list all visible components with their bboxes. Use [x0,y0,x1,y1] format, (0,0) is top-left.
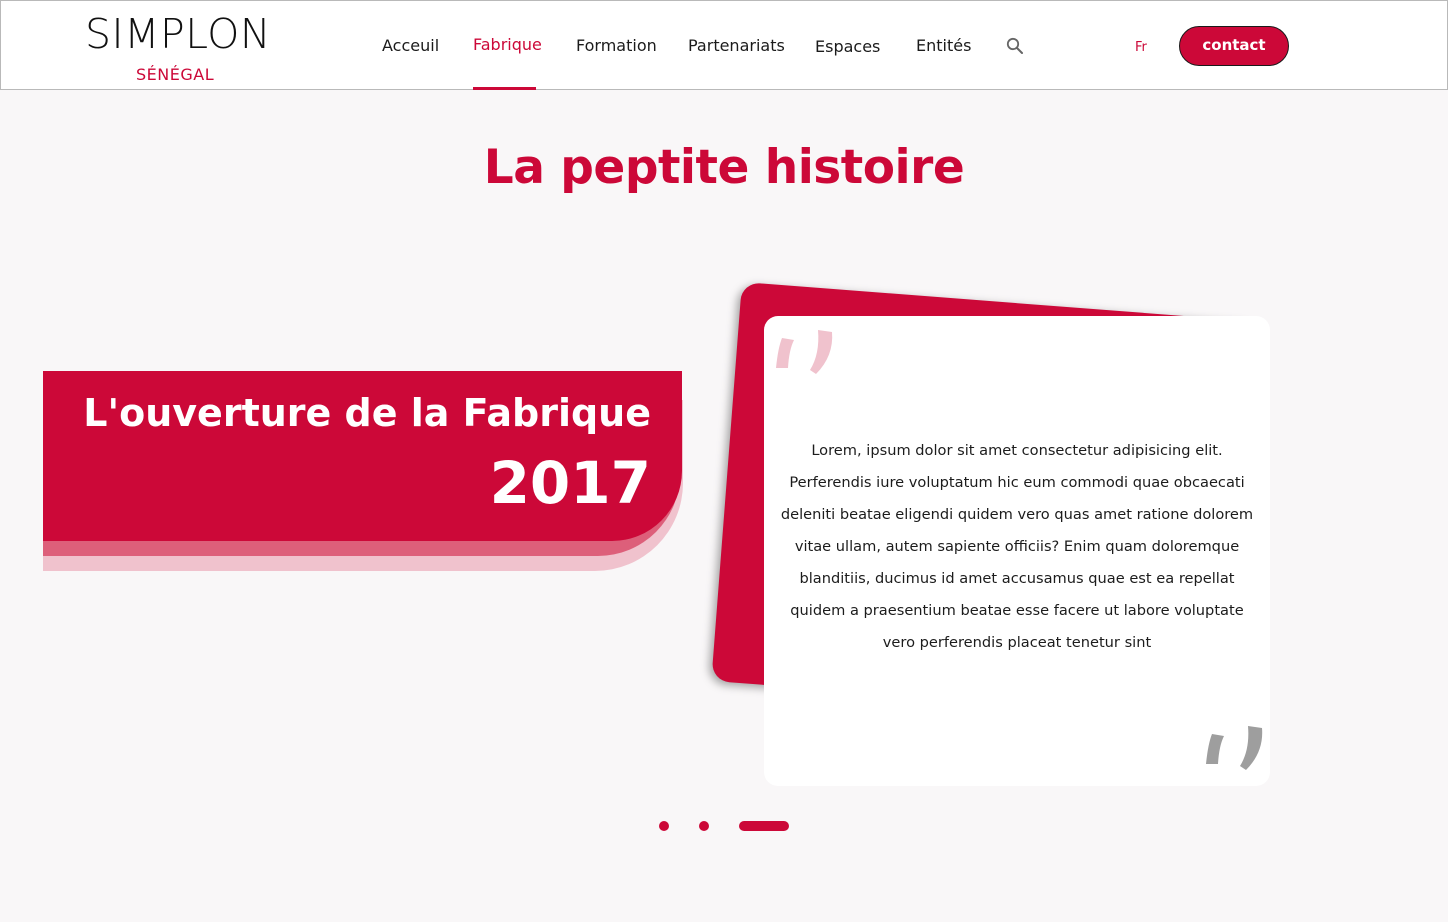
contact-button[interactable]: contact [1179,26,1289,66]
logo-wordmark: SIMPLON [85,10,272,58]
language-selector[interactable]: Fr [1135,40,1147,55]
simplon-logo[interactable]: SIMPLON SÉNÉGAL [85,11,271,85]
active-nav-indicator [473,87,536,90]
quote-card: Lorem, ipsum dolor sit amet consectetur … [764,316,1270,786]
quote-close-icon [1202,722,1266,774]
search-icon[interactable] [1005,36,1025,56]
nav-item-acceuil[interactable]: Acceuil [382,36,439,55]
carousel-dot-2[interactable] [699,821,709,831]
carousel-dot-3[interactable] [739,821,789,831]
nav-item-fabrique[interactable]: Fabrique [473,35,542,54]
event-banner: L'ouverture de la Fabrique 2017 [43,371,682,541]
quote-open-icon [772,326,836,378]
nav-item-entites[interactable]: Entités [916,36,971,55]
section-title: La peptite histoire [483,140,965,195]
event-title: L'ouverture de la Fabrique [83,391,651,435]
carousel-dot-1[interactable] [659,821,669,831]
logo-subtitle: SÉNÉGAL [136,65,215,84]
site-header: SIMPLON SÉNÉGAL Acceuil Fabrique Formati… [0,0,1448,90]
nav-item-partenariats[interactable]: Partenariats [688,36,785,55]
event-year: 2017 [489,449,651,517]
nav-item-formation[interactable]: Formation [576,36,657,55]
quote-text: Lorem, ipsum dolor sit amet consectetur … [780,442,1254,651]
nav-item-espaces[interactable]: Espaces [815,37,880,56]
